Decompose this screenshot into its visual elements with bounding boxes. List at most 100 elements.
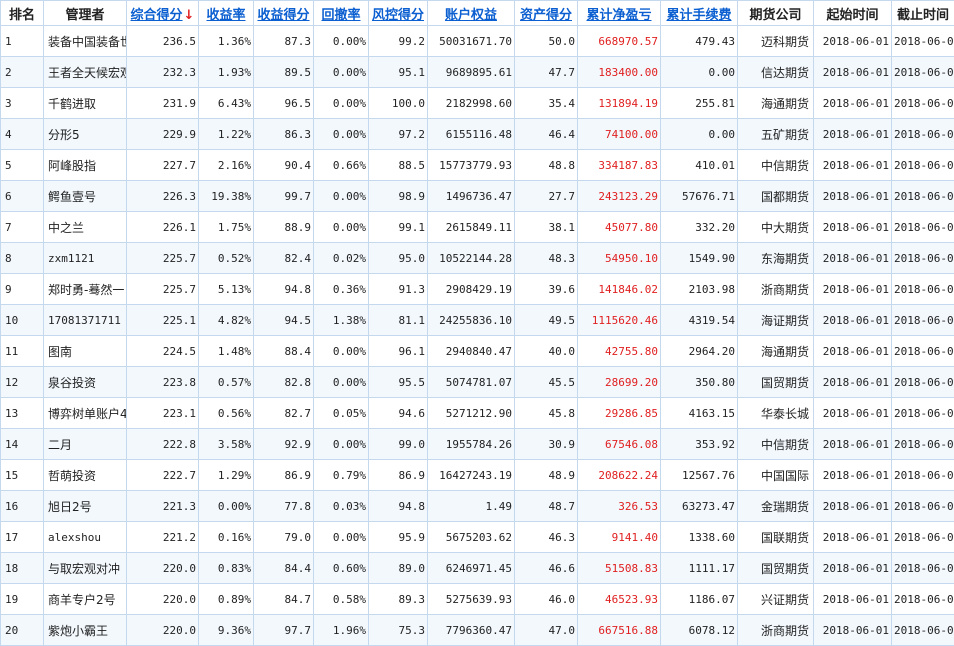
- cell-rank: 14: [1, 429, 44, 460]
- table-row[interactable]: 19商羊专户2号220.00.89%84.70.58%89.35275639.9…: [1, 584, 954, 615]
- cell-asset-score: 46.6: [515, 553, 578, 584]
- table-row[interactable]: 5阿峰股指227.72.16%90.40.66%88.515773779.934…: [1, 150, 954, 181]
- cell-fees: 350.80: [661, 367, 738, 398]
- cell-composite-score: 229.9: [127, 119, 199, 150]
- header-start-time: 起始时间: [814, 1, 892, 26]
- table-row[interactable]: 7中之兰226.11.75%88.90.00%99.12615849.1138.…: [1, 212, 954, 243]
- cell-return-rate: 19.38%: [199, 181, 254, 212]
- cell-manager[interactable]: 分形5: [44, 119, 127, 150]
- cell-return-rate: 1.29%: [199, 460, 254, 491]
- cell-return-score: 84.4: [254, 553, 314, 584]
- header-net-pnl[interactable]: 累计净盈亏: [578, 1, 661, 26]
- cell-rank: 20: [1, 615, 44, 646]
- table-row[interactable]: 6鳄鱼壹号226.319.38%99.70.00%98.91496736.472…: [1, 181, 954, 212]
- cell-fees: 353.92: [661, 429, 738, 460]
- cell-risk-score: 99.1: [369, 212, 428, 243]
- cell-end-time: 2018-06-05: [892, 26, 954, 57]
- cell-equity: 15773779.93: [428, 150, 515, 181]
- table-row[interactable]: 16旭日2号221.30.00%77.80.03%94.81.4948.7326…: [1, 491, 954, 522]
- table-row[interactable]: 2王者全天候宏观232.31.93%89.50.00%95.19689895.6…: [1, 57, 954, 88]
- header-company: 期货公司: [738, 1, 814, 26]
- table-row[interactable]: 14二月222.83.58%92.90.00%99.01955784.2630.…: [1, 429, 954, 460]
- cell-rank: 4: [1, 119, 44, 150]
- table-row[interactable]: 15哲萌投资222.71.29%86.90.79%86.916427243.19…: [1, 460, 954, 491]
- header-composite-score-label[interactable]: 综合得分: [131, 8, 183, 23]
- cell-fees: 1549.90: [661, 243, 738, 274]
- cell-composite-score: 220.0: [127, 553, 199, 584]
- cell-rank: 2: [1, 57, 44, 88]
- cell-manager[interactable]: 图南: [44, 336, 127, 367]
- cell-return-rate: 6.43%: [199, 88, 254, 119]
- cell-drawdown: 0.03%: [314, 491, 369, 522]
- cell-asset-score: 46.0: [515, 584, 578, 615]
- cell-manager[interactable]: 旭日2号: [44, 491, 127, 522]
- cell-drawdown: 0.00%: [314, 119, 369, 150]
- cell-risk-score: 98.9: [369, 181, 428, 212]
- header-end-time: 截止时间: [892, 1, 954, 26]
- cell-drawdown: 0.00%: [314, 212, 369, 243]
- cell-manager[interactable]: 千鹤进取: [44, 88, 127, 119]
- header-manager: 管理者: [44, 1, 127, 26]
- cell-manager[interactable]: 哲萌投资: [44, 460, 127, 491]
- table-row[interactable]: 1装备中国装备世236.51.36%87.30.00%99.250031671.…: [1, 26, 954, 57]
- cell-manager[interactable]: 17081371711: [44, 305, 127, 336]
- cell-fees: 4163.15: [661, 398, 738, 429]
- cell-composite-score: 225.7: [127, 243, 199, 274]
- table-row[interactable]: 8zxm1121225.70.52%82.40.02%95.010522144.…: [1, 243, 954, 274]
- cell-fees: 2103.98: [661, 274, 738, 305]
- cell-risk-score: 81.1: [369, 305, 428, 336]
- cell-manager[interactable]: 泉谷投资: [44, 367, 127, 398]
- header-rank: 排名: [1, 1, 44, 26]
- cell-end-time: 2018-06-05: [892, 553, 954, 584]
- cell-manager[interactable]: 紫炮小霸王: [44, 615, 127, 646]
- table-row[interactable]: 12泉谷投资223.80.57%82.80.00%95.55074781.074…: [1, 367, 954, 398]
- cell-manager[interactable]: 鳄鱼壹号: [44, 181, 127, 212]
- table-row[interactable]: 17alexshou221.20.16%79.00.00%95.95675203…: [1, 522, 954, 553]
- cell-net-pnl: 54950.10: [578, 243, 661, 274]
- header-risk-score[interactable]: 风控得分: [369, 1, 428, 26]
- cell-rank: 10: [1, 305, 44, 336]
- header-drawdown[interactable]: 回撤率: [314, 1, 369, 26]
- header-composite-score[interactable]: 综合得分↓: [127, 1, 199, 26]
- cell-manager[interactable]: 装备中国装备世: [44, 26, 127, 57]
- table-row[interactable]: 13博弈树单账户4223.10.56%82.70.05%94.65271212.…: [1, 398, 954, 429]
- table-row[interactable]: 4分形5229.91.22%86.30.00%97.26155116.4846.…: [1, 119, 954, 150]
- cell-rank: 5: [1, 150, 44, 181]
- cell-manager[interactable]: 中之兰: [44, 212, 127, 243]
- header-row: 排名 管理者 综合得分↓ 收益率 收益得分 回撤率 风控得分 账户权益 资产得分…: [1, 1, 954, 26]
- header-equity[interactable]: 账户权益: [428, 1, 515, 26]
- cell-manager[interactable]: 阿峰股指: [44, 150, 127, 181]
- table-row[interactable]: 11图南224.51.48%88.40.00%96.12940840.4740.…: [1, 336, 954, 367]
- cell-manager[interactable]: 商羊专户2号: [44, 584, 127, 615]
- cell-company: 五矿期货: [738, 119, 814, 150]
- cell-fees: 4319.54: [661, 305, 738, 336]
- cell-return-score: 92.9: [254, 429, 314, 460]
- table-row[interactable]: 3千鹤进取231.96.43%96.50.00%100.02182998.603…: [1, 88, 954, 119]
- header-asset-score[interactable]: 资产得分: [515, 1, 578, 26]
- cell-manager[interactable]: 二月: [44, 429, 127, 460]
- cell-asset-score: 50.0: [515, 26, 578, 57]
- cell-equity: 1496736.47: [428, 181, 515, 212]
- cell-fees: 479.43: [661, 26, 738, 57]
- cell-manager[interactable]: 王者全天候宏观: [44, 57, 127, 88]
- cell-net-pnl: 67546.08: [578, 429, 661, 460]
- cell-company: 国贸期货: [738, 553, 814, 584]
- table-row[interactable]: 9郑时勇-蓦然一225.75.13%94.80.36%91.32908429.1…: [1, 274, 954, 305]
- cell-manager[interactable]: alexshou: [44, 522, 127, 553]
- cell-risk-score: 99.0: [369, 429, 428, 460]
- table-row[interactable]: 18与取宏观对冲220.00.83%84.40.60%89.06246971.4…: [1, 553, 954, 584]
- cell-return-rate: 0.52%: [199, 243, 254, 274]
- cell-return-score: 79.0: [254, 522, 314, 553]
- cell-net-pnl: 668970.57: [578, 26, 661, 57]
- table-row[interactable]: 1017081371711225.14.82%94.51.38%81.12425…: [1, 305, 954, 336]
- cell-equity: 5271212.90: [428, 398, 515, 429]
- sort-desc-icon[interactable]: ↓: [184, 8, 195, 23]
- cell-manager[interactable]: zxm1121: [44, 243, 127, 274]
- header-fees[interactable]: 累计手续费: [661, 1, 738, 26]
- table-row[interactable]: 20紫炮小霸王220.09.36%97.71.96%75.37796360.47…: [1, 615, 954, 646]
- header-return-rate[interactable]: 收益率: [199, 1, 254, 26]
- cell-manager[interactable]: 博弈树单账户4: [44, 398, 127, 429]
- cell-manager[interactable]: 郑时勇-蓦然一: [44, 274, 127, 305]
- header-return-score[interactable]: 收益得分: [254, 1, 314, 26]
- cell-manager[interactable]: 与取宏观对冲: [44, 553, 127, 584]
